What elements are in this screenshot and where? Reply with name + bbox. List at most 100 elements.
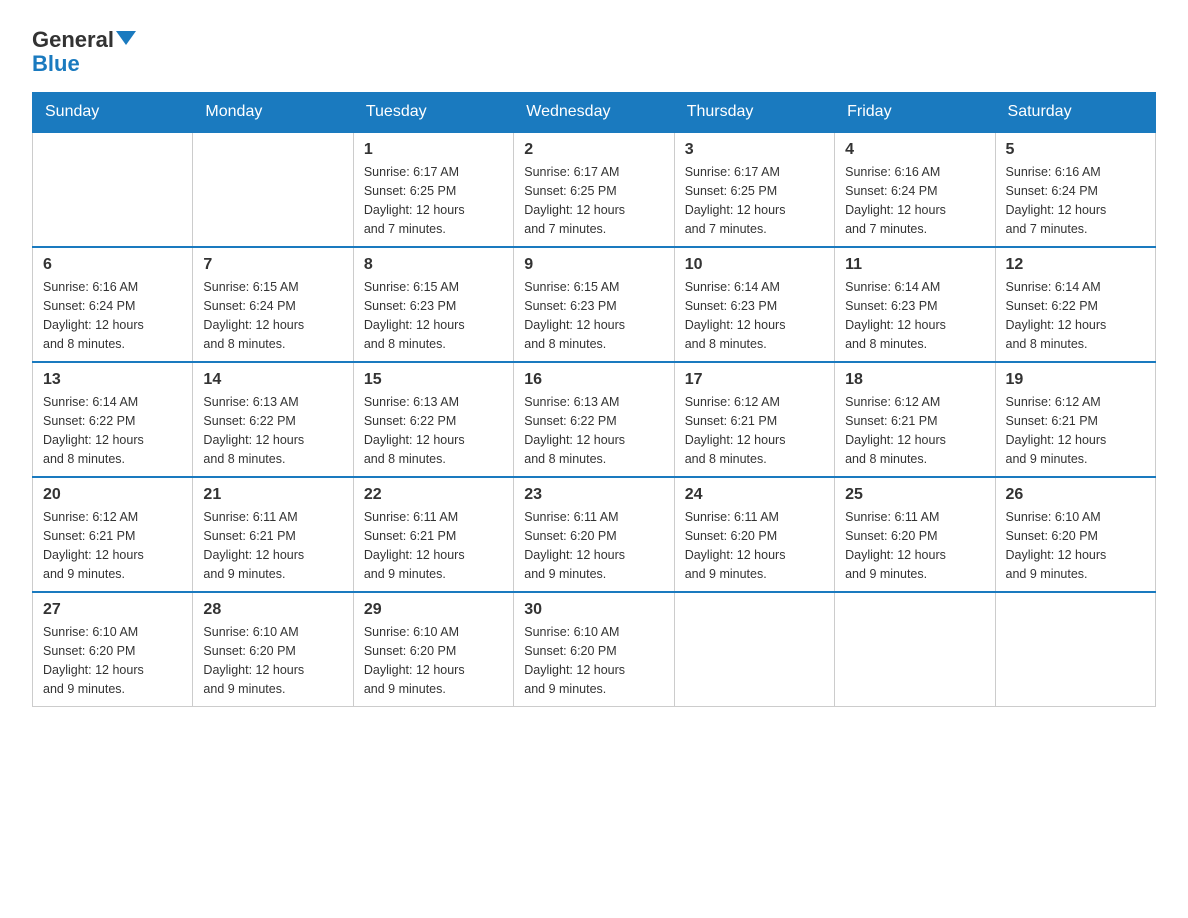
- day-info: Sunrise: 6:13 AMSunset: 6:22 PMDaylight:…: [203, 393, 342, 468]
- day-info: Sunrise: 6:17 AMSunset: 6:25 PMDaylight:…: [524, 163, 663, 238]
- day-info: Sunrise: 6:12 AMSunset: 6:21 PMDaylight:…: [1006, 393, 1145, 468]
- calendar-cell: [995, 592, 1155, 707]
- day-info: Sunrise: 6:14 AMSunset: 6:22 PMDaylight:…: [1006, 278, 1145, 353]
- day-number: 23: [524, 486, 663, 504]
- day-info: Sunrise: 6:11 AMSunset: 6:20 PMDaylight:…: [685, 508, 824, 583]
- day-info: Sunrise: 6:13 AMSunset: 6:22 PMDaylight:…: [524, 393, 663, 468]
- calendar-cell: 10 Sunrise: 6:14 AMSunset: 6:23 PMDayligh…: [674, 247, 834, 362]
- day-number: 19: [1006, 371, 1145, 389]
- calendar-cell: 12Sunrise: 6:14 AMSunset: 6:22 PMDayligh…: [995, 247, 1155, 362]
- day-number: 11: [845, 256, 984, 274]
- day-number: 27: [43, 601, 182, 619]
- day-number: 5: [1006, 141, 1145, 159]
- day-number: 4: [845, 141, 984, 159]
- calendar-cell: [33, 132, 193, 247]
- calendar-cell: 25 Sunrise: 6:11 AMSunset: 6:20 PMDayligh…: [835, 477, 995, 592]
- day-info: Sunrise: 6:15 AMSunset: 6:24 PMDaylight:…: [203, 278, 342, 353]
- calendar-header-row: SundayMondayTuesdayWednesdayThursdayFrid…: [33, 93, 1156, 133]
- day-number: 17: [685, 371, 824, 389]
- col-header-tuesday: Tuesday: [353, 93, 513, 133]
- calendar-cell: 1 Sunrise: 6:17 AMSunset: 6:25 PMDaylight…: [353, 132, 513, 247]
- calendar-cell: 23 Sunrise: 6:11 AMSunset: 6:20 PMDayligh…: [514, 477, 674, 592]
- day-info: Sunrise: 6:10 AMSunset: 6:20 PMDaylight:…: [364, 623, 503, 698]
- day-info: Sunrise: 6:17 AMSunset: 6:25 PMDaylight:…: [364, 163, 503, 238]
- day-info: Sunrise: 6:17 AMSunset: 6:25 PMDaylight:…: [685, 163, 824, 238]
- calendar-cell: 8 Sunrise: 6:15 AMSunset: 6:23 PMDaylight…: [353, 247, 513, 362]
- calendar-cell: 3 Sunrise: 6:17 AMSunset: 6:25 PMDaylight…: [674, 132, 834, 247]
- col-header-sunday: Sunday: [33, 93, 193, 133]
- page-header: GeneralBlue: [32, 24, 1156, 76]
- day-number: 25: [845, 486, 984, 504]
- day-number: 30: [524, 601, 663, 619]
- calendar-cell: 20 Sunrise: 6:12 AMSunset: 6:21 PMDayligh…: [33, 477, 193, 592]
- calendar-cell: 28Sunrise: 6:10 AMSunset: 6:20 PMDayligh…: [193, 592, 353, 707]
- day-info: Sunrise: 6:14 AMSunset: 6:22 PMDaylight:…: [43, 393, 182, 468]
- calendar-cell: 22 Sunrise: 6:11 AMSunset: 6:21 PMDayligh…: [353, 477, 513, 592]
- col-header-saturday: Saturday: [995, 93, 1155, 133]
- calendar-cell: 13 Sunrise: 6:14 AMSunset: 6:22 PMDayligh…: [33, 362, 193, 477]
- day-info: Sunrise: 6:10 AMSunset: 6:20 PMDaylight:…: [43, 623, 182, 698]
- logo-text: GeneralBlue: [32, 28, 136, 76]
- day-number: 16: [524, 371, 663, 389]
- calendar-cell: 26 Sunrise: 6:10 AMSunset: 6:20 PMDayligh…: [995, 477, 1155, 592]
- calendar-cell: 2 Sunrise: 6:17 AMSunset: 6:25 PMDaylight…: [514, 132, 674, 247]
- calendar-cell: 11 Sunrise: 6:14 AMSunset: 6:23 PMDayligh…: [835, 247, 995, 362]
- day-number: 24: [685, 486, 824, 504]
- col-header-thursday: Thursday: [674, 93, 834, 133]
- week-row-4: 20 Sunrise: 6:12 AMSunset: 6:21 PMDayligh…: [33, 477, 1156, 592]
- col-header-monday: Monday: [193, 93, 353, 133]
- calendar-cell: 15 Sunrise: 6:13 AMSunset: 6:22 PMDayligh…: [353, 362, 513, 477]
- day-info: Sunrise: 6:11 AMSunset: 6:20 PMDaylight:…: [524, 508, 663, 583]
- logo-blue: Blue: [32, 51, 80, 76]
- day-number: 2: [524, 141, 663, 159]
- day-info: Sunrise: 6:11 AMSunset: 6:21 PMDaylight:…: [364, 508, 503, 583]
- calendar-cell: 9Sunrise: 6:15 AMSunset: 6:23 PMDaylight…: [514, 247, 674, 362]
- week-row-2: 6Sunrise: 6:16 AMSunset: 6:24 PMDaylight…: [33, 247, 1156, 362]
- day-number: 8: [364, 256, 503, 274]
- calendar-cell: 5 Sunrise: 6:16 AMSunset: 6:24 PMDaylight…: [995, 132, 1155, 247]
- calendar-cell: [835, 592, 995, 707]
- calendar-cell: 27 Sunrise: 6:10 AMSunset: 6:20 PMDayligh…: [33, 592, 193, 707]
- day-info: Sunrise: 6:13 AMSunset: 6:22 PMDaylight:…: [364, 393, 503, 468]
- week-row-1: 1 Sunrise: 6:17 AMSunset: 6:25 PMDaylight…: [33, 132, 1156, 247]
- day-number: 26: [1006, 486, 1145, 504]
- calendar-cell: 14Sunrise: 6:13 AMSunset: 6:22 PMDayligh…: [193, 362, 353, 477]
- day-number: 6: [43, 256, 182, 274]
- logo: GeneralBlue: [32, 24, 136, 76]
- day-info: Sunrise: 6:14 AMSunset: 6:23 PMDaylight:…: [845, 278, 984, 353]
- day-number: 1: [364, 141, 503, 159]
- day-info: Sunrise: 6:11 AMSunset: 6:20 PMDaylight:…: [845, 508, 984, 583]
- day-info: Sunrise: 6:10 AMSunset: 6:20 PMDaylight:…: [1006, 508, 1145, 583]
- day-number: 3: [685, 141, 824, 159]
- day-info: Sunrise: 6:16 AMSunset: 6:24 PMDaylight:…: [845, 163, 984, 238]
- day-number: 13: [43, 371, 182, 389]
- calendar-cell: 24 Sunrise: 6:11 AMSunset: 6:20 PMDayligh…: [674, 477, 834, 592]
- day-info: Sunrise: 6:14 AMSunset: 6:23 PMDaylight:…: [685, 278, 824, 353]
- calendar-cell: 21 Sunrise: 6:11 AMSunset: 6:21 PMDayligh…: [193, 477, 353, 592]
- calendar-cell: 16 Sunrise: 6:13 AMSunset: 6:22 PMDayligh…: [514, 362, 674, 477]
- day-number: 18: [845, 371, 984, 389]
- calendar-cell: [674, 592, 834, 707]
- week-row-3: 13 Sunrise: 6:14 AMSunset: 6:22 PMDayligh…: [33, 362, 1156, 477]
- day-number: 20: [43, 486, 182, 504]
- day-number: 22: [364, 486, 503, 504]
- calendar-cell: 30Sunrise: 6:10 AMSunset: 6:20 PMDayligh…: [514, 592, 674, 707]
- calendar-cell: 4 Sunrise: 6:16 AMSunset: 6:24 PMDaylight…: [835, 132, 995, 247]
- day-info: Sunrise: 6:12 AMSunset: 6:21 PMDaylight:…: [685, 393, 824, 468]
- day-info: Sunrise: 6:11 AMSunset: 6:21 PMDaylight:…: [203, 508, 342, 583]
- day-info: Sunrise: 6:15 AMSunset: 6:23 PMDaylight:…: [364, 278, 503, 353]
- day-info: Sunrise: 6:10 AMSunset: 6:20 PMDaylight:…: [203, 623, 342, 698]
- day-number: 7: [203, 256, 342, 274]
- col-header-friday: Friday: [835, 93, 995, 133]
- day-number: 29: [364, 601, 503, 619]
- day-number: 15: [364, 371, 503, 389]
- day-info: Sunrise: 6:16 AMSunset: 6:24 PMDaylight:…: [1006, 163, 1145, 238]
- calendar-cell: 17 Sunrise: 6:12 AMSunset: 6:21 PMDayligh…: [674, 362, 834, 477]
- day-number: 21: [203, 486, 342, 504]
- week-row-5: 27 Sunrise: 6:10 AMSunset: 6:20 PMDayligh…: [33, 592, 1156, 707]
- day-number: 10: [685, 256, 824, 274]
- calendar-cell: 18 Sunrise: 6:12 AMSunset: 6:21 PMDayligh…: [835, 362, 995, 477]
- day-info: Sunrise: 6:12 AMSunset: 6:21 PMDaylight:…: [845, 393, 984, 468]
- day-number: 9: [524, 256, 663, 274]
- day-info: Sunrise: 6:12 AMSunset: 6:21 PMDaylight:…: [43, 508, 182, 583]
